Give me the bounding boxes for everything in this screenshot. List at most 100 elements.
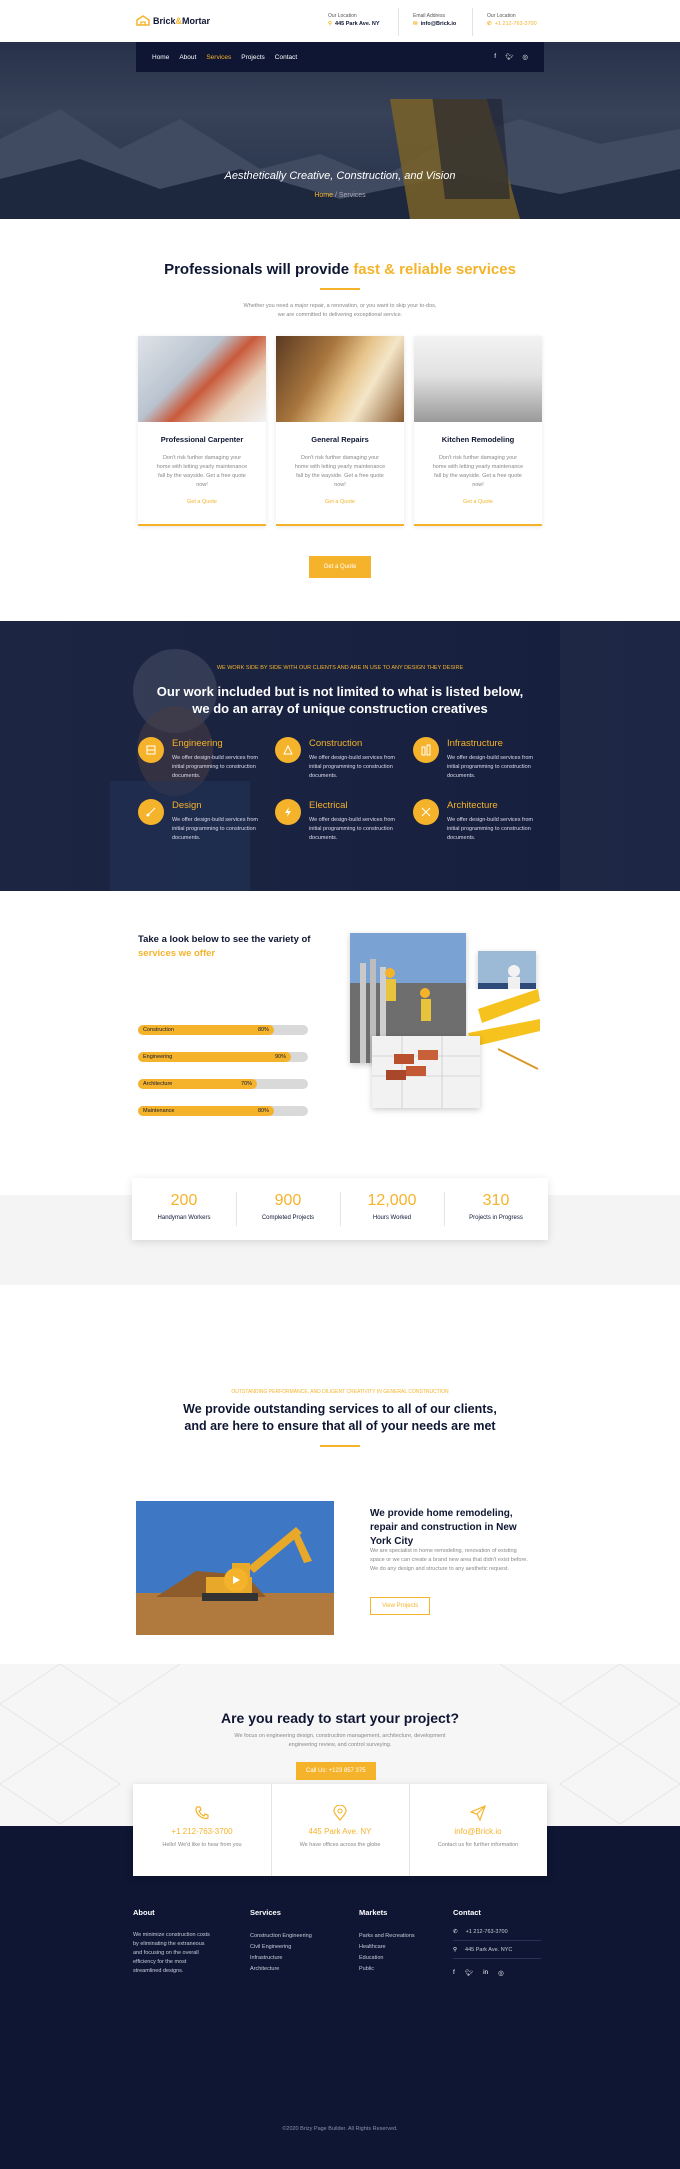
outstanding-title-line1: We provide outstanding services to all o…: [183, 1402, 497, 1416]
brand-logo[interactable]: Brick & Mortar: [136, 15, 210, 26]
features-title-line2: we do an array of unique construction cr…: [192, 701, 488, 716]
facebook-icon[interactable]: f: [494, 53, 496, 61]
phone-icon: ✆: [487, 21, 492, 27]
facebook-icon[interactable]: f: [453, 1969, 455, 1977]
top-location-label: Our Location: [328, 13, 357, 19]
nav-social: f 🐦︎ ◎: [494, 53, 528, 61]
feature-title: Design: [172, 800, 202, 811]
instagram-icon[interactable]: ◎: [522, 53, 528, 61]
top-location-value: 445 Park Ave. NY: [335, 21, 380, 27]
twitter-icon[interactable]: 🐦︎: [465, 1969, 473, 1977]
house-logo-icon: [136, 15, 150, 26]
engineering-icon: [138, 737, 164, 763]
contact-box-desc: We have offices across the globe: [299, 1842, 381, 1848]
footer-link[interactable]: Architecture: [250, 1964, 312, 1975]
progress-bar: Maintenance 80%: [138, 1106, 308, 1116]
footer-link[interactable]: Public: [359, 1964, 415, 1975]
linkedin-icon[interactable]: in: [483, 1969, 488, 1977]
footer-phone-value[interactable]: +1 212-763-3700: [466, 1929, 508, 1935]
footer-link[interactable]: Civil Engineering: [250, 1942, 312, 1953]
top-phone-value[interactable]: +1 212-763-3700: [495, 20, 537, 28]
carpenter-image: [138, 336, 266, 422]
nav-projects[interactable]: Projects: [241, 54, 264, 61]
contact-boxes: +1 212-763-3700 Hello! We'd like to hear…: [133, 1784, 547, 1876]
service-card-link[interactable]: Get a Quote: [414, 499, 542, 505]
contact-box-desc: Hello! We'd like to hear from you: [162, 1842, 242, 1848]
construction-icon: [275, 737, 301, 763]
footer-services: Services Construction Engineering Civil …: [250, 1908, 312, 1975]
mail-icon: ✉: [413, 21, 418, 27]
view-projects-button[interactable]: View Projects: [370, 1597, 431, 1615]
footer-link[interactable]: Construction Engineering: [250, 1931, 312, 1942]
footer-link[interactable]: Parks and Recreations: [359, 1931, 415, 1942]
stat-item: 12,000 Hours Worked: [340, 1178, 444, 1240]
stat-label: Hours Worked: [372, 1215, 412, 1221]
footer-markets: Markets Parks and Recreations Healthcare…: [359, 1908, 415, 1975]
twitter-icon[interactable]: 🐦︎: [505, 53, 513, 61]
progress-fill: Construction 80%: [138, 1025, 274, 1035]
nav-about[interactable]: About: [179, 54, 196, 61]
top-email: Email Address ✉ info@Brick.io: [413, 12, 456, 28]
service-card: General Repairs Don't risk further damag…: [276, 336, 404, 526]
top-phone: Our Location ✆ +1 212-763-3700: [487, 12, 537, 28]
service-card-text: Don't risk further damaging your home wi…: [294, 455, 386, 488]
footer-link[interactable]: Infrastructure: [250, 1953, 312, 1964]
feature-title: Construction: [309, 738, 363, 749]
phone-icon: [133, 1805, 271, 1821]
service-card: Professional Carpenter Don't risk furthe…: [138, 336, 266, 526]
infrastructure-icon: [413, 737, 439, 763]
contact-box-value[interactable]: 445 Park Ave. NY: [271, 1827, 409, 1836]
features-pretitle: WE WORK SIDE BY SIDE WITH OUR CLIENTS AN…: [216, 665, 464, 671]
brand-name-right: Mortar: [182, 15, 211, 26]
features-title-line1: Our work included but is not limited to …: [156, 684, 524, 699]
footer-link[interactable]: Healthcare: [359, 1942, 415, 1953]
service-card-link[interactable]: Get a Quote: [138, 499, 266, 505]
stats-band: 200 Handyman Workers 900 Completed Project…: [0, 1178, 680, 1285]
contact-box: 445 Park Ave. NY We have offices across …: [271, 1784, 409, 1876]
top-email-value[interactable]: info@Brick.io: [421, 20, 457, 28]
stat-number: 900: [274, 1192, 302, 1209]
feature-title: Engineering: [172, 738, 223, 749]
footer-about-text: We minimize construction costs by elimin…: [133, 1932, 210, 1974]
hero-title: Aesthetically Creative, Construction, an…: [224, 170, 456, 182]
footer-link[interactable]: Education: [359, 1953, 415, 1964]
outstanding-pretitle: OUTSTANDING PERFORMANCE, AND DILIGENT CR…: [231, 1389, 449, 1395]
remodel-text: We are specialist in home remodeling, re…: [370, 1548, 528, 1572]
contact-box: info@Brick.io Contact us for further inf…: [409, 1784, 547, 1876]
feature-title: Architecture: [447, 800, 498, 811]
progress-percent: 70%: [240, 1081, 252, 1087]
progress-title-plain: Take a look below to see the variety of: [138, 934, 311, 945]
title-underline: [320, 288, 360, 290]
breadcrumb-home[interactable]: Home: [314, 192, 333, 199]
contact-box-value[interactable]: info@Brick.io: [409, 1827, 547, 1836]
nav-contact[interactable]: Contact: [275, 54, 297, 61]
progress-title-highlight: services we offer: [138, 948, 216, 959]
paper-plane-icon: [409, 1805, 547, 1821]
top-phone-label: Our Location: [487, 13, 516, 19]
map-pin-icon: [271, 1805, 409, 1821]
get-quote-button[interactable]: Get a Quote: [308, 556, 372, 578]
stats-panel: 200 Handyman Workers 900 Completed Project…: [132, 1178, 548, 1240]
progress-percent: 80%: [257, 1027, 269, 1033]
features-title: Our work included but is not limited to …: [0, 683, 680, 717]
architecture-icon: [413, 799, 439, 825]
nav-services[interactable]: Services: [206, 54, 231, 61]
contact-box-value[interactable]: +1 212-763-3700: [133, 1827, 271, 1836]
stat-item: 310 Projects in Progress: [444, 1178, 548, 1240]
call-us-button[interactable]: Call Us: +123 857 375: [296, 1762, 376, 1780]
play-icon[interactable]: [224, 1568, 248, 1592]
service-card-title: Professional Carpenter: [160, 435, 244, 444]
service-cards: Professional Carpenter Don't risk furthe…: [0, 336, 680, 526]
service-card-text: Don't risk further damaging your home wi…: [156, 455, 248, 488]
features-section: WE WORK SIDE BY SIDE WITH OUR CLIENTS AN…: [0, 621, 680, 891]
services-title: Professionals will provide fast & reliab…: [0, 261, 680, 278]
service-card-title: Kitchen Remodeling: [441, 435, 515, 444]
outstanding-title-line2: and are here to ensure that all of your …: [184, 1419, 496, 1433]
service-card-link[interactable]: Get a Quote: [276, 499, 404, 505]
feature-text: We offer design-build services from init…: [309, 817, 395, 841]
stat-item: 200 Handyman Workers: [132, 1178, 236, 1240]
outstanding-section: OUTSTANDING PERFORMANCE, AND DILIGENT CR…: [0, 1285, 680, 1635]
instagram-icon[interactable]: ◎: [498, 1969, 504, 1977]
footer-social: f 🐦︎ in ◎: [453, 1969, 541, 1977]
nav-home[interactable]: Home: [152, 54, 169, 61]
